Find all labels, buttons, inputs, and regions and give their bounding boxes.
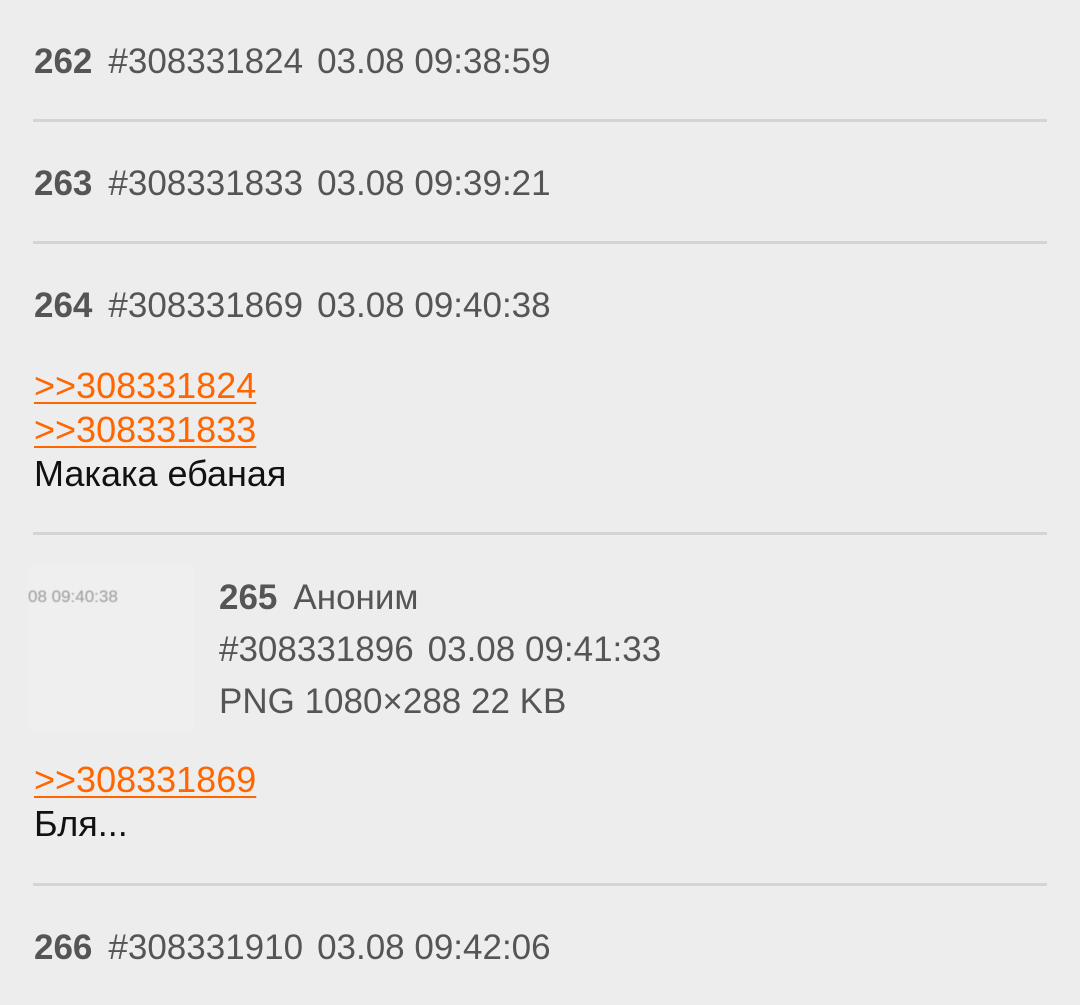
post-header: 263 #308331833 03.08 09:39:21 <box>34 162 1046 206</box>
post-264: 264 #308331869 03.08 09:40:38 >>308331824 … <box>34 284 1046 496</box>
post-divider <box>33 532 1047 535</box>
post-header: 266 #308331910 03.08 09:42:06 <box>34 926 1046 970</box>
post-number[interactable]: 263 <box>34 164 92 203</box>
post-id[interactable]: #308331896 <box>219 630 414 669</box>
post-divider <box>33 241 1047 244</box>
file-info: PNG 1080×288 22 KB <box>219 682 567 721</box>
post-id[interactable]: #308331869 <box>108 286 303 325</box>
post-date: 03.08 09:41:33 <box>427 630 662 669</box>
post-id[interactable]: #308331833 <box>108 164 303 203</box>
reply-link[interactable]: >>308331869 <box>34 758 1046 802</box>
post-text: Бля... <box>34 803 128 844</box>
post-date: 03.08 09:38:59 <box>317 42 551 81</box>
post-number[interactable]: 265 <box>219 578 277 617</box>
post-265-meta: 265 Аноним #308331896 03.08 09:41:33 PNG 1… <box>219 572 661 728</box>
post-header: 262 #308331824 03.08 09:38:59 <box>34 40 1046 84</box>
reply-link[interactable]: >>308331833 <box>34 408 1046 452</box>
poster-name: Аноним <box>293 578 419 617</box>
post-date: 03.08 09:42:06 <box>317 928 551 967</box>
post-262: 262 #308331824 03.08 09:38:59 <box>34 40 1046 84</box>
post-id[interactable]: #308331910 <box>108 928 303 967</box>
post-header: 264 #308331869 03.08 09:40:38 <box>34 284 1046 328</box>
post-266: 266 #308331910 03.08 09:42:06 <box>34 926 1046 970</box>
post-number[interactable]: 264 <box>34 286 92 325</box>
post-number[interactable]: 262 <box>34 42 92 81</box>
post-date: 03.08 09:39:21 <box>317 164 551 203</box>
reply-link[interactable]: >>308331824 <box>34 364 1046 408</box>
post-text: Макака ебаная <box>34 453 287 494</box>
post-divider <box>33 883 1047 886</box>
post-date: 03.08 09:40:38 <box>317 286 551 325</box>
image-thumbnail[interactable]: 08 09:40:38 <box>28 565 194 731</box>
thumbnail-preview-text: 08 09:40:38 <box>28 587 118 606</box>
post-divider <box>33 119 1047 122</box>
post-number[interactable]: 266 <box>34 928 92 967</box>
post-id[interactable]: #308331824 <box>108 42 303 81</box>
post-263: 263 #308331833 03.08 09:39:21 <box>34 162 1046 206</box>
post-265-body: >>308331869 Бля... <box>34 758 1046 846</box>
post-body: >>308331824 >>308331833 Макака ебаная <box>34 364 1046 496</box>
